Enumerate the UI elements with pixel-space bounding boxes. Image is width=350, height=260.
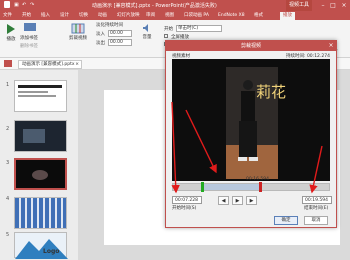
slide-thumbnail-5[interactable]: Logo xyxy=(14,232,68,259)
fade-out-label: 淡出 xyxy=(96,41,105,46)
document-tab[interactable]: 动画演示 [兼容模式].pptx × xyxy=(18,60,82,69)
tab-file[interactable]: 文件 xyxy=(3,12,12,20)
dialog-close-icon[interactable]: × xyxy=(326,41,336,51)
thumbnail-number: 5 xyxy=(6,232,10,238)
start-select[interactable]: 单击时(C) xyxy=(176,25,222,32)
trim-icon xyxy=(71,23,85,34)
title-bar: ▣ ↶ ↷ 动画演示 [兼容模式].pptx - PowerPoint(产品激活… xyxy=(0,0,350,11)
slide-thumbnail-1[interactable] xyxy=(14,80,67,112)
slide-thumbnails-panel: 1 2 3 4 5 Logo xyxy=(0,70,78,260)
tab-design[interactable]: 设计 xyxy=(60,12,69,20)
tab-format[interactable]: 格式 xyxy=(254,12,263,20)
tab-review[interactable]: 审阅 xyxy=(146,12,155,20)
save-icon[interactable]: ▣ xyxy=(14,2,19,8)
end-time-label: 结束时间(E) xyxy=(304,206,329,211)
slide-thumbnail-3[interactable] xyxy=(14,158,67,190)
start-time-label: 开始时间(S) xyxy=(172,206,197,211)
next-frame-button[interactable]: ▶ xyxy=(246,196,257,205)
tab-view[interactable]: 视图 xyxy=(165,12,174,20)
dialog-title: 剪裁视频 xyxy=(166,41,336,51)
play-button[interactable]: ▶ xyxy=(232,196,243,205)
close-window-icon[interactable]: × xyxy=(339,1,349,10)
thumbnail-number: 1 xyxy=(6,82,10,88)
trim-selected-range xyxy=(202,184,261,190)
thumbnail-logo-text: Logo xyxy=(43,248,60,255)
thumbnail-text-line xyxy=(18,91,48,93)
document-tab-label: 动画演示 [兼容模式].pptx xyxy=(22,62,75,67)
volume-icon xyxy=(143,24,148,32)
thumbnail-number: 2 xyxy=(6,126,10,132)
fullscreen-checkbox[interactable] xyxy=(164,34,168,38)
thumbnail-number: 4 xyxy=(6,196,10,202)
window-title: 动画演示 [兼容模式].pptx - PowerPoint(产品激活失败) xyxy=(92,3,217,9)
app-logo-icon xyxy=(4,1,10,8)
volume-label: 音量 xyxy=(142,35,152,40)
tab-animations[interactable]: 动画 xyxy=(98,12,107,20)
play-icon xyxy=(7,24,15,34)
tab-pocket-animation[interactable]: 口袋动画 PA xyxy=(184,12,209,20)
thumbnail-video xyxy=(32,170,48,180)
cancel-button[interactable]: 取消 xyxy=(304,216,328,225)
tab-home[interactable]: 开始 xyxy=(22,12,31,20)
file-icon xyxy=(4,60,12,67)
mountain-graphic xyxy=(15,239,68,259)
slide-thumbnail-2[interactable] xyxy=(14,120,67,152)
trim-video-button[interactable]: 剪裁视频 xyxy=(66,23,90,41)
trim-video-dialog: 剪裁视频 × 视频素材 持续时间: 00:12.274 莉花 00:16.594… xyxy=(165,40,337,228)
slide-thumbnail-4[interactable] xyxy=(14,197,67,229)
trim-end-marker[interactable] xyxy=(259,182,263,192)
add-bookmark-button[interactable]: 添加书签 xyxy=(20,35,38,41)
video-frame: 莉花 xyxy=(226,67,286,179)
undo-icon[interactable]: ↶ xyxy=(22,2,26,8)
previous-frame-icon: ◀ xyxy=(221,198,226,204)
tab-slideshow[interactable]: 幻灯片放映 xyxy=(117,12,140,20)
fade-in-label: 淡入 xyxy=(96,32,105,37)
ok-button[interactable]: 确定 xyxy=(274,216,298,225)
add-bookmark-icon xyxy=(24,23,36,31)
tab-endnote[interactable]: EndNote X8 xyxy=(218,12,245,20)
preview-label: 播放 xyxy=(6,37,16,42)
thumbnail-image xyxy=(23,129,45,143)
video-overlay-text: 莉花 xyxy=(256,83,287,101)
fade-in-input[interactable]: 00.00 xyxy=(108,30,132,37)
trim-start-marker[interactable] xyxy=(201,182,205,192)
redo-icon[interactable]: ↷ xyxy=(30,2,34,8)
video-preview[interactable]: 莉花 xyxy=(172,59,330,181)
current-time-label: 00:16.594 xyxy=(246,177,269,182)
thumbnail-title-bar xyxy=(18,85,62,88)
preview-button[interactable]: 播放 xyxy=(3,23,19,42)
video-tools-label: 视频工具 xyxy=(286,0,312,11)
tab-playback[interactable]: 播放 xyxy=(280,12,295,20)
remove-bookmark-label: 删除书签 xyxy=(20,44,38,49)
play-icon: ▶ xyxy=(235,198,240,204)
tab-insert[interactable]: 插入 xyxy=(41,12,50,20)
maximize-icon[interactable]: □ xyxy=(328,1,338,10)
add-bookmark-label: 添加书签 xyxy=(20,36,38,41)
trim-video-label: 剪裁视频 xyxy=(69,36,87,41)
remove-bookmark-button[interactable]: 删除书签 xyxy=(20,43,38,49)
start-label: 开始 xyxy=(164,27,173,32)
close-tab-icon[interactable]: × xyxy=(75,61,79,69)
thumbnail-text-line xyxy=(18,95,56,97)
end-time-input[interactable]: 00:19.594 xyxy=(302,196,332,204)
start-time-input[interactable]: 00:07.228 xyxy=(172,196,202,204)
thumbnail-number: 3 xyxy=(6,160,10,166)
previous-frame-button[interactable]: ◀ xyxy=(218,196,229,205)
fade-out-input[interactable]: 00.00 xyxy=(108,39,132,46)
tab-transitions[interactable]: 切换 xyxy=(79,12,88,20)
volume-button[interactable]: 音量 xyxy=(140,23,154,40)
fade-duration-label: 淡化持续时间 xyxy=(96,23,123,28)
ribbon-tab-bar: 文件 开始 插入 设计 切换 动画 幻灯片放映 审阅 视图 口袋动画 PA En… xyxy=(0,11,350,20)
minimize-icon[interactable]: – xyxy=(318,1,328,10)
next-frame-icon: ▶ xyxy=(249,198,254,204)
